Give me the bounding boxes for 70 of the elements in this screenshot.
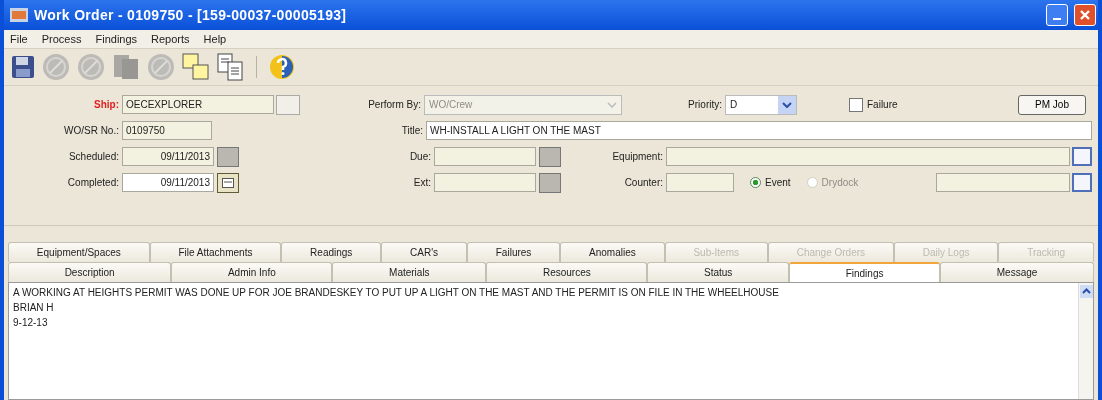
- field-label: Title:: [400, 125, 424, 136]
- caret-icon: [782, 101, 792, 108]
- save-icon[interactable]: [10, 54, 36, 80]
- findings-line: A WORKING AT HEIGHTS PERMIT WAS DONE UP FOR JOE BRANDESKEY TO PUT UP A LIGHT ON THE MAST AND THE PERMIT IS ON FILE IN THE WHEELHOUSE: [13, 287, 780, 298]
- wo-number-field[interactable]: 0109750: [122, 121, 212, 140]
- calendar-button[interactable]: [539, 172, 561, 193]
- documents-icon[interactable]: [216, 52, 246, 82]
- tab[interactable]: Message: [940, 262, 1094, 282]
- findings-line: 9-12-13: [13, 317, 49, 328]
- ship-lookup-button[interactable]: [276, 94, 300, 115]
- field-label: Scheduled:: [67, 151, 120, 162]
- tab[interactable]: Description: [8, 262, 172, 282]
- field-label: Ext:: [412, 177, 432, 188]
- window-icon: [10, 8, 28, 22]
- priority-dropdown[interactable]: D: [725, 94, 797, 115]
- equipment-field[interactable]: [666, 147, 1070, 166]
- menu-item[interactable]: Process: [41, 33, 82, 45]
- close-icon: [1079, 9, 1091, 21]
- due-field[interactable]: [434, 147, 536, 166]
- tab[interactable]: Readings: [281, 242, 382, 262]
- tab[interactable]: File Attachments: [149, 242, 282, 262]
- scrollbar[interactable]: [1078, 283, 1093, 399]
- field-label: Due:: [408, 151, 432, 162]
- tab[interactable]: Admin Info: [171, 262, 333, 282]
- tab[interactable]: Failures: [466, 242, 561, 262]
- ext-field[interactable]: [434, 173, 536, 192]
- counter-field[interactable]: [666, 173, 734, 192]
- field-label: WO/SR No.:: [63, 125, 120, 136]
- copy-icon[interactable]: [181, 52, 211, 82]
- caret-icon: [607, 101, 617, 108]
- menu-item[interactable]: Reports: [151, 33, 190, 45]
- text-field[interactable]: [936, 173, 1070, 192]
- pm-job-button[interactable]: PM Job: [1018, 94, 1086, 115]
- minimize-icon: [1053, 18, 1061, 20]
- radio-button[interactable]: [750, 177, 761, 188]
- ship-label: Ship:: [93, 99, 120, 110]
- tab[interactable]: Findings: [789, 262, 941, 282]
- window-title: Work Order - 0109750 - [159-00037-00005193]: [34, 7, 347, 23]
- title-field[interactable]: WH-INSTALL A LIGHT ON THE MAST: [426, 121, 1092, 140]
- field-label: Completed:: [66, 177, 120, 188]
- calendar-icon: [222, 177, 234, 188]
- scroll-up-icon[interactable]: [1080, 285, 1093, 298]
- tab[interactable]: Status: [647, 262, 789, 282]
- radio-label: Drydock: [821, 177, 859, 188]
- tab[interactable]: Materials: [332, 262, 487, 282]
- tab[interactable]: CAR's: [381, 242, 467, 262]
- menu-item[interactable]: File: [10, 33, 28, 45]
- menu-item[interactable]: Help: [203, 33, 227, 45]
- lookup-button[interactable]: [1072, 173, 1092, 192]
- close-button[interactable]: [1074, 4, 1096, 26]
- tab[interactable]: Resources: [486, 262, 648, 282]
- field-label: Counter:: [623, 177, 664, 188]
- findings-text-area[interactable]: A WORKING AT HEIGHTS PERMIT WAS DONE UP FOR JOE BRANDESKEY TO PUT UP A LIGHT ON THE MAST AND THE PERMIT IS ON FILE IN THE WHEELHOUSE BRIAN H 9-12-13: [8, 282, 1094, 400]
- findings-line: BRIAN H: [13, 302, 55, 313]
- failure-checkbox[interactable]: [849, 97, 863, 112]
- tab[interactable]: Anomalies: [560, 242, 665, 262]
- calendar-button[interactable]: [539, 146, 561, 167]
- field-label: Priority:: [687, 99, 723, 110]
- field-label: Perform By:: [367, 99, 422, 110]
- menu-item[interactable]: Findings: [95, 33, 138, 45]
- calendar-button[interactable]: [217, 172, 239, 193]
- radio-label: Event: [765, 177, 791, 188]
- field-label: Equipment:: [611, 151, 664, 162]
- minimize-button[interactable]: [1046, 4, 1068, 26]
- help-icon[interactable]: [267, 52, 297, 82]
- tab[interactable]: Equipment/Spaces: [8, 242, 150, 262]
- date-field[interactable]: 09/11/2013: [122, 173, 214, 192]
- failure-label: Failure: [867, 99, 898, 110]
- equipment-lookup-button[interactable]: [1072, 147, 1092, 166]
- ship-field[interactable]: OECEXPLORER: [122, 95, 274, 114]
